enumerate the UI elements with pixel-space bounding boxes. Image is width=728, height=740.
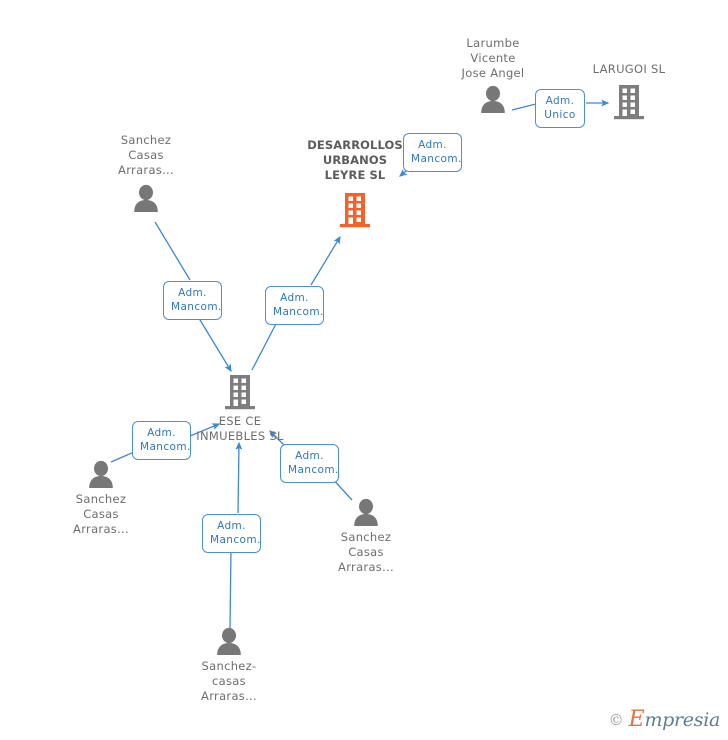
- brand-initial: E: [628, 707, 645, 732]
- diagram-canvas: Larumbe Vicente Jose Angel LARUGOI SL DE…: [0, 0, 728, 740]
- person-icon: [86, 184, 206, 212]
- building-icon: [574, 83, 684, 121]
- building-icon: [180, 373, 300, 411]
- edge-label-to-esece-from-bottom: [235, 441, 243, 514]
- person-icon: [169, 627, 289, 655]
- brand-logo: Empresia: [628, 707, 721, 732]
- node-sanchez-casas-bottom[interactable]: Sanchez- casas Arraras...: [169, 627, 289, 704]
- node-ese-ce-inmuebles[interactable]: ESE CE INMUEBLES SL: [180, 373, 300, 444]
- edge-label-to-esece-from-topleft: [196, 314, 232, 373]
- edge-label-adm-mancom-bottom[interactable]: Adm. Mancom.: [202, 514, 261, 553]
- edge-label-to-desarrollos: [310, 235, 341, 286]
- edge-label-adm-unico[interactable]: Adm. Unico: [535, 89, 585, 128]
- node-larumbe-label: Larumbe Vicente Jose Angel: [461, 36, 525, 80]
- node-sanchez-casas-left[interactable]: Sanchez Casas Arraras...: [41, 460, 161, 537]
- copyright-icon: ©: [608, 710, 624, 729]
- brand-name: mpresia: [644, 709, 720, 731]
- node-sanchez-right-label: Sanchez Casas Arraras...: [338, 530, 394, 574]
- watermark: © Empresia: [608, 707, 721, 732]
- node-larugoi-label: LARUGOI SL: [592, 62, 666, 76]
- node-sanchez-casas-top-left[interactable]: Sanchez Casas Arraras...: [86, 133, 206, 212]
- edge-label-adm-mancom-desarrollos[interactable]: Adm. Mancom.: [403, 133, 462, 172]
- building-icon-highlight: [295, 191, 415, 229]
- edge-label-adm-mancom-top-left[interactable]: Adm. Mancom.: [163, 281, 222, 320]
- edge-esece-to-label-up: [251, 319, 279, 371]
- person-icon: [41, 460, 161, 488]
- edge-label-adm-mancom-center-up[interactable]: Adm. Mancom.: [265, 286, 324, 325]
- node-sanchez-top-left-label: Sanchez Casas Arraras...: [118, 133, 174, 177]
- edge-label-adm-mancom-right[interactable]: Adm. Mancom.: [280, 444, 339, 483]
- node-sanchez-left-label: Sanchez Casas Arraras...: [73, 492, 129, 536]
- node-ese-ce-label: ESE CE INMUEBLES SL: [196, 414, 284, 443]
- node-desarrollos-urbanos-leyre[interactable]: DESARROLLOS URBANOS LEYRE SL: [295, 138, 415, 229]
- node-sanchez-casas-right[interactable]: Sanchez Casas Arraras...: [306, 498, 426, 575]
- edge-sanchez-topleft-to-label: [154, 221, 191, 281]
- node-desarrollos-label: DESARROLLOS URBANOS LEYRE SL: [307, 138, 403, 182]
- edge-sanchez-bottom-to-label: [229, 547, 232, 629]
- person-icon: [306, 498, 426, 526]
- node-sanchez-bottom-label: Sanchez- casas Arraras...: [201, 659, 257, 703]
- node-larugoi[interactable]: LARUGOI SL: [574, 62, 684, 121]
- edge-label-adm-mancom-left[interactable]: Adm. Mancom.: [132, 421, 191, 460]
